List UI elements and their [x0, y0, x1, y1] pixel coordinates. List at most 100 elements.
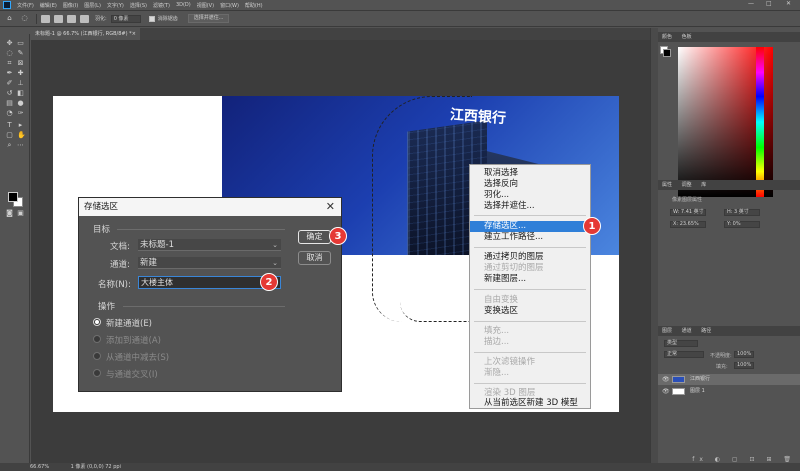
menu-item-select-inverse[interactable]: 选择反向 [470, 179, 590, 190]
feather-input[interactable]: 0 像素 [110, 14, 141, 23]
intersect-channel-radio[interactable] [93, 369, 101, 377]
hand-tool-icon[interactable]: ✋ [17, 132, 26, 139]
width-field[interactable]: W: 7.41 英寸 [670, 209, 706, 216]
menu-select[interactable]: 选择(S) [130, 2, 147, 9]
tab-color[interactable]: 颜色 [662, 34, 672, 40]
menu-item-fill[interactable]: 填充... [470, 326, 590, 337]
menu-help[interactable]: 帮助(H) [245, 2, 263, 9]
hue-slider[interactable] [756, 47, 764, 197]
pen-tool-icon[interactable]: ✑ [17, 110, 24, 117]
y-field[interactable]: Y: 0% [724, 221, 760, 228]
menu-layer[interactable]: 图层(L) [84, 2, 101, 9]
tab-properties[interactable]: 属性 [662, 182, 672, 188]
dodge-tool-icon[interactable]: ◔ [6, 110, 13, 117]
move-tool-icon[interactable]: ✥ [6, 40, 13, 47]
menu-item-deselect[interactable]: 取消选择 [470, 168, 590, 179]
menu-window[interactable]: 窗口(W) [220, 2, 239, 9]
select-and-mask-button[interactable]: 选择并遮住... [187, 14, 230, 23]
lasso-tool-icon[interactable]: ◌ [6, 50, 13, 57]
menu-type[interactable]: 文字(Y) [107, 2, 124, 9]
menu-image[interactable]: 图像(I) [63, 2, 78, 9]
add-to-selection-icon[interactable] [54, 14, 63, 23]
subtract-from-channel-radio[interactable] [93, 352, 101, 360]
rectangle-tool-icon[interactable]: ▢ [6, 132, 13, 139]
dialog-close-icon[interactable]: ✕ [326, 198, 335, 216]
stamp-tool-icon[interactable]: ⊥ [17, 80, 24, 87]
menu-item-stroke[interactable]: 描边... [470, 337, 590, 348]
menu-item-select-and-mask[interactable]: 选择并遮住... [470, 201, 590, 212]
brush-tool-icon[interactable]: ✐ [6, 80, 13, 87]
ok-button[interactable]: 确定 [298, 230, 331, 244]
eraser-tool-icon[interactable]: ◧ [17, 90, 24, 97]
tab-paths[interactable]: 路径 [701, 328, 711, 334]
menu-item-layer-via-cut[interactable]: 通过剪切的图层 [470, 263, 590, 274]
cancel-button[interactable]: 取消 [298, 251, 331, 265]
menu-item-transform-selection[interactable]: 变换选区 [470, 306, 590, 317]
menu-item-last-filter[interactable]: 上次滤镜操作 [470, 357, 590, 368]
menu-item-feather[interactable]: 羽化... [470, 190, 590, 201]
type-tool-icon[interactable]: T [6, 122, 13, 129]
menu-item-save-selection[interactable]: 存储选区... [470, 221, 590, 232]
zoom-tool-icon[interactable]: ⌕ [6, 142, 13, 149]
layer-row-layer-1[interactable]: 👁 图层 1 [658, 386, 800, 397]
menu-file[interactable]: 文件(F) [17, 2, 34, 9]
intersect-selection-icon[interactable] [80, 14, 89, 23]
document-tab[interactable]: 未标题-1 @ 66.7% (江西银行, RGB/8#) * × [30, 28, 140, 40]
menu-view[interactable]: 视图(V) [197, 2, 214, 9]
healing-tool-icon[interactable]: ✚ [17, 70, 24, 77]
new-selection-icon[interactable] [41, 14, 50, 23]
layers-footer-icons[interactable]: fx ◐ ▢ ⊡ ⊞ 🗑 [658, 456, 800, 463]
tab-libraries[interactable]: 库 [701, 182, 706, 188]
menu-item-fade[interactable]: 渐隐... [470, 368, 590, 379]
blur-tool-icon[interactable]: ● [17, 100, 24, 107]
menu-item-layer-via-copy[interactable]: 通过拷贝的图层 [470, 252, 590, 263]
fill-input[interactable]: 100% [734, 362, 754, 369]
frame-tool-icon[interactable]: ⊠ [17, 60, 24, 67]
menu-item-new-layer[interactable]: 新建图层... [470, 274, 590, 285]
eye-icon[interactable]: 👁 [662, 386, 670, 397]
channel-select[interactable]: 新建 ⌄ [138, 257, 281, 269]
maximize-button[interactable]: □ [766, 0, 772, 7]
screen-mode-icon[interactable]: ▣ [17, 210, 24, 217]
blend-mode-select[interactable]: 正常 [664, 351, 704, 358]
opacity-input[interactable]: 100% [734, 351, 754, 358]
add-to-channel-radio[interactable] [93, 335, 101, 343]
artboard-tool-icon[interactable]: ▭ [17, 40, 24, 47]
home-icon[interactable]: ⌂ [6, 15, 13, 22]
quick-select-tool-icon[interactable]: ✎ [17, 50, 24, 57]
crop-tool-icon[interactable]: ⌗ [6, 60, 13, 67]
eye-icon[interactable]: 👁 [662, 374, 670, 385]
history-brush-tool-icon[interactable]: ↺ [6, 90, 13, 97]
tab-adjustments[interactable]: 调整 [682, 182, 692, 188]
menu-edit[interactable]: 编辑(E) [40, 2, 57, 9]
layer-kind-filter[interactable]: 类型 [664, 340, 698, 347]
menu-item-make-work-path[interactable]: 建立工作路径... [470, 232, 590, 243]
more-tools-icon[interactable]: ⋯ [17, 142, 24, 149]
path-select-tool-icon[interactable]: ▸ [17, 122, 24, 129]
background-mini-swatch[interactable] [663, 49, 671, 57]
new-channel-radio[interactable] [93, 318, 101, 326]
eyedropper-tool-icon[interactable]: ✒ [6, 70, 13, 77]
layer-thumbnail [672, 376, 685, 383]
layer-row-jiangxi-bank[interactable]: 👁 江西银行 [658, 374, 800, 385]
tab-swatches[interactable]: 色板 [682, 34, 692, 40]
close-tab-icon[interactable]: × [132, 28, 136, 40]
lasso-tool-icon[interactable]: ◌ [21, 15, 28, 22]
menu-item-new-3d-from-selection[interactable]: 从当前选区新建 3D 模型 [470, 398, 590, 409]
tab-layers[interactable]: 图层 [662, 328, 672, 334]
name-label: 名称(N): [98, 280, 131, 290]
subtract-from-selection-icon[interactable] [67, 14, 76, 23]
menu-item-free-transform[interactable]: 自由变换 [470, 295, 590, 306]
tab-channels[interactable]: 通道 [682, 328, 692, 334]
menu-filter[interactable]: 滤镜(T) [153, 2, 170, 9]
document-select[interactable]: 未标题-1 ⌄ [138, 239, 281, 251]
x-field[interactable]: X: 23.65% [670, 221, 706, 228]
close-window-button[interactable]: ✕ [786, 0, 791, 7]
height-field[interactable]: H: 3 英寸 [724, 209, 760, 216]
minimize-button[interactable]: — [748, 0, 754, 7]
quick-mask-icon[interactable]: ◙ [6, 210, 13, 217]
menu-3d[interactable]: 3D(D) [176, 2, 191, 8]
gradient-tool-icon[interactable]: ▤ [6, 100, 13, 107]
foreground-color-swatch[interactable] [8, 192, 18, 202]
antialias-checkbox[interactable] [148, 15, 155, 22]
